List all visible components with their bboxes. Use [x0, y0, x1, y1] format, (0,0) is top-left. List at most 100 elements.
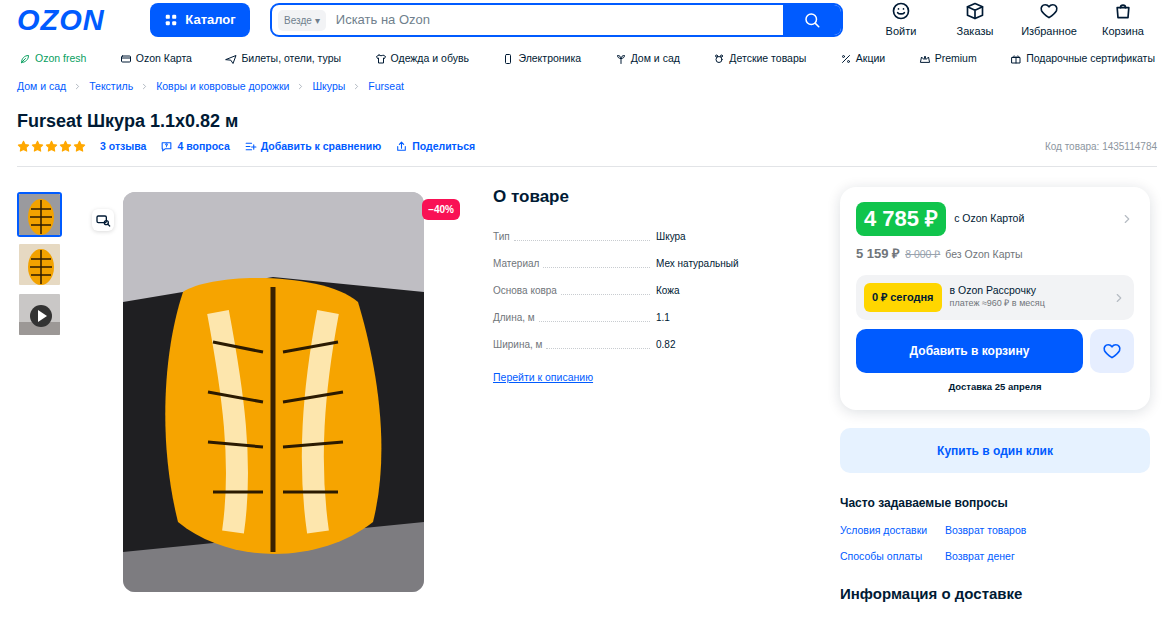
- regular-price-label: без Ozon Карты: [945, 247, 1022, 263]
- breadcrumb-link[interactable]: Шкуры: [312, 79, 345, 95]
- nav-item[interactable]: Одежда и обувь: [375, 51, 469, 67]
- bear-icon: [713, 53, 725, 65]
- chevron-icon: [296, 82, 305, 91]
- gallery-thumb[interactable]: [17, 192, 62, 237]
- nav-label: Подарочные сертификаты: [1026, 51, 1155, 67]
- header-action[interactable]: Избранное: [1015, 1, 1083, 40]
- delivery-date: Доставка 25 апреля: [856, 380, 1134, 394]
- installment-badge: 0 ₽ сегодня: [864, 283, 942, 312]
- breadcrumb-link[interactable]: Ковры и ковровые дорожки: [156, 79, 289, 95]
- phone-icon: [502, 53, 514, 65]
- search-input[interactable]: [334, 9, 783, 31]
- spec-row: Основа ковраКожа: [493, 283, 808, 310]
- card-price: 4 785 ₽: [856, 202, 946, 236]
- action-label: Заказы: [957, 23, 994, 40]
- faq-link[interactable]: Возврат денег: [945, 549, 1150, 565]
- product-title: Furseat Шкура 1.1x0.82 м: [17, 110, 1157, 132]
- description-link[interactable]: Перейти к описанию: [493, 370, 593, 386]
- reviews-link[interactable]: 3 отзыва: [100, 139, 146, 155]
- share-link[interactable]: Поделиться: [412, 139, 475, 155]
- orders-icon: [965, 1, 985, 21]
- questions-link[interactable]: 4 вопроса: [177, 139, 229, 155]
- spec-row: Длина, м1.1: [493, 310, 808, 337]
- header-action[interactable]: Войти: [867, 1, 935, 40]
- nav-item[interactable]: Билеты, отели, туры: [225, 51, 341, 67]
- chevron-icon: [1120, 212, 1134, 226]
- spec-value: 1.1: [656, 310, 670, 325]
- crown-icon: [919, 53, 931, 65]
- faq-link[interactable]: Условия доставки: [840, 523, 945, 539]
- nav-label: Детские товары: [729, 51, 806, 67]
- breadcrumb-link[interactable]: Дом и сад: [17, 79, 66, 95]
- favorites-icon: [1039, 1, 1059, 21]
- faq-link[interactable]: Возврат товаров: [945, 523, 1150, 539]
- spec-label: Тип: [493, 229, 510, 244]
- nav-label: Premium: [935, 51, 977, 67]
- price-card: 4 785 ₽ с Ozon Картой 5 159 ₽ 8 000 ₽ бе…: [840, 187, 1150, 410]
- breadcrumb-link[interactable]: Furseat: [368, 79, 404, 95]
- discount-badge: −40%: [422, 199, 460, 220]
- chevron-icon: [73, 82, 82, 91]
- nav-item[interactable]: Ozon fresh: [19, 51, 86, 67]
- heart-icon: [1102, 341, 1122, 361]
- installment-sub: платеж ≈960 ₽ в месяц: [950, 297, 1045, 311]
- action-label: Избранное: [1021, 23, 1077, 40]
- spec-row: Ширина, м 0.82: [493, 337, 808, 364]
- gallery-thumb[interactable]: [17, 242, 62, 287]
- installment-row[interactable]: 0 ₽ сегодня в Ozon Рассрочку платеж ≈960…: [856, 275, 1134, 320]
- breadcrumb-link[interactable]: Текстиль: [89, 79, 133, 95]
- favorite-button[interactable]: [1090, 329, 1134, 373]
- nav-item[interactable]: Акции: [840, 51, 885, 67]
- ozon-logo[interactable]: OZON: [17, 6, 150, 35]
- nav-label: Акции: [856, 51, 885, 67]
- gallery-thumb[interactable]: [17, 292, 62, 337]
- scope-label: Везде: [284, 13, 312, 28]
- nav-label: Ozon fresh: [35, 51, 86, 67]
- search-scope[interactable]: Везде▾: [278, 10, 326, 31]
- add-to-cart-button[interactable]: Добавить в корзину: [856, 329, 1083, 373]
- header-action[interactable]: Корзина: [1089, 1, 1157, 40]
- old-price: 8 000 ₽: [905, 247, 940, 263]
- spec-label: Ширина, м: [493, 337, 542, 352]
- compare-icon: [244, 140, 257, 153]
- nav-label: Билеты, отели, туры: [241, 51, 341, 67]
- installment-title: в Ozon Рассрочку: [950, 284, 1045, 297]
- compare-link[interactable]: Добавить к сравнению: [261, 139, 381, 155]
- leaf-icon: [19, 53, 31, 65]
- star-icon: [59, 140, 72, 153]
- spec-value: Мех натуральный: [656, 256, 738, 271]
- star-icon: [45, 140, 58, 153]
- catalog-button[interactable]: Каталог: [150, 3, 250, 37]
- nav-item[interactable]: Premium: [919, 51, 977, 67]
- spec-value: 0.82: [656, 337, 675, 352]
- plant-icon: [615, 53, 627, 65]
- spec-row: Материал Мех натуральный: [493, 256, 808, 283]
- share-icon: [395, 140, 408, 153]
- nav-label: Одежда и обувь: [391, 51, 469, 67]
- action-label: Корзина: [1102, 23, 1144, 40]
- search-button[interactable]: [783, 5, 841, 35]
- spec-value: Кожа: [656, 283, 680, 298]
- grid-icon: [164, 13, 178, 27]
- faq-link[interactable]: Способы оплаты: [840, 549, 945, 565]
- spec-label: Материал: [493, 256, 539, 271]
- plane-icon: [225, 53, 237, 65]
- spec-row: ТипШкура: [493, 229, 808, 256]
- nav-item[interactable]: Подарочные сертификаты: [1010, 51, 1155, 67]
- star-icon: [31, 140, 44, 153]
- chevron-icon: [352, 82, 361, 91]
- zoom-icon[interactable]: [92, 209, 114, 231]
- nav-item[interactable]: Ozon Карта: [120, 51, 192, 67]
- one-click-button[interactable]: Купить в один клик: [840, 428, 1150, 473]
- nav-item[interactable]: Детские товары: [713, 51, 806, 67]
- product-photo[interactable]: [123, 192, 424, 592]
- clothes-icon: [375, 53, 387, 65]
- chevron-icon: [1112, 291, 1126, 305]
- nav-label: Ozon Карта: [136, 51, 192, 67]
- nav-label: Электроника: [518, 51, 581, 67]
- nav-item[interactable]: Электроника: [502, 51, 581, 67]
- photo-thumb: [19, 244, 60, 285]
- nav-item[interactable]: Дом и сад: [615, 51, 680, 67]
- header-action[interactable]: Заказы: [941, 1, 1009, 40]
- chevron-icon: [140, 82, 149, 91]
